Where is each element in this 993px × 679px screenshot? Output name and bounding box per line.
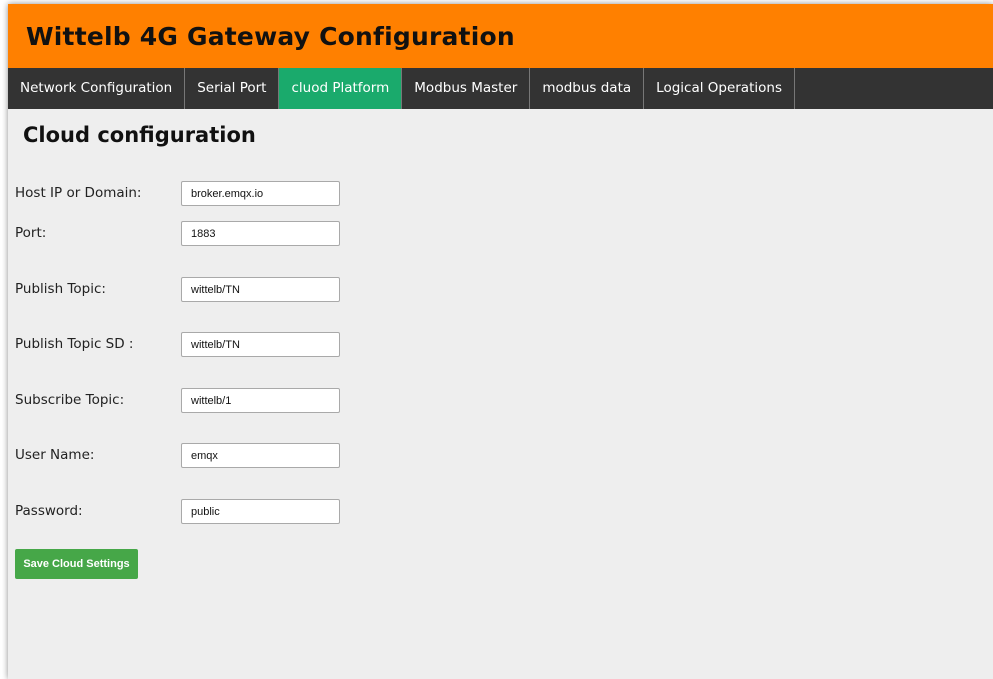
- tab-modbus-data[interactable]: modbus data: [530, 68, 645, 109]
- subscribe-topic-row: Subscribe Topic:: [15, 388, 415, 414]
- user-name-row: User Name:: [15, 443, 415, 469]
- user-name-label: User Name:: [15, 447, 95, 463]
- port-input[interactable]: [181, 221, 340, 246]
- publish-topic-input[interactable]: [181, 277, 340, 302]
- user-name-input[interactable]: [181, 443, 340, 468]
- host-input[interactable]: [181, 181, 340, 206]
- subscribe-topic-label: Subscribe Topic:: [15, 392, 125, 408]
- subscribe-topic-input[interactable]: [181, 388, 340, 413]
- page-title: Cloud configuration: [23, 123, 256, 147]
- publish-topic-sd-row: Publish Topic SD :: [15, 332, 415, 358]
- tab-modbus-master[interactable]: Modbus Master: [402, 68, 531, 109]
- tab-network-configuration[interactable]: Network Configuration: [8, 68, 186, 109]
- gateway-config-window: Wittelb 4G Gateway Configuration Network…: [8, 4, 993, 679]
- host-label: Host IP or Domain:: [15, 185, 142, 201]
- tab-cloud-platform[interactable]: cluod Platform: [279, 68, 403, 109]
- host-row: Host IP or Domain:: [15, 181, 415, 207]
- password-label: Password:: [15, 503, 83, 519]
- password-row: Password:: [15, 499, 415, 525]
- publish-topic-label: Publish Topic:: [15, 281, 106, 297]
- password-input[interactable]: [181, 499, 340, 524]
- tab-logical-operations[interactable]: Logical Operations: [644, 68, 795, 109]
- nav-bar: Network Configuration Serial Port cluod …: [8, 68, 993, 109]
- publish-topic-sd-input[interactable]: [181, 332, 340, 357]
- publish-topic-row: Publish Topic:: [15, 277, 415, 303]
- save-cloud-settings-button[interactable]: Save Cloud Settings: [15, 549, 138, 579]
- page-header: Wittelb 4G Gateway Configuration: [8, 4, 993, 68]
- port-label: Port:: [15, 225, 47, 241]
- port-row: Port:: [15, 221, 415, 247]
- tab-serial-port[interactable]: Serial Port: [185, 68, 280, 109]
- app-title: Wittelb 4G Gateway Configuration: [26, 21, 515, 51]
- publish-topic-sd-label: Publish Topic SD :: [15, 336, 134, 352]
